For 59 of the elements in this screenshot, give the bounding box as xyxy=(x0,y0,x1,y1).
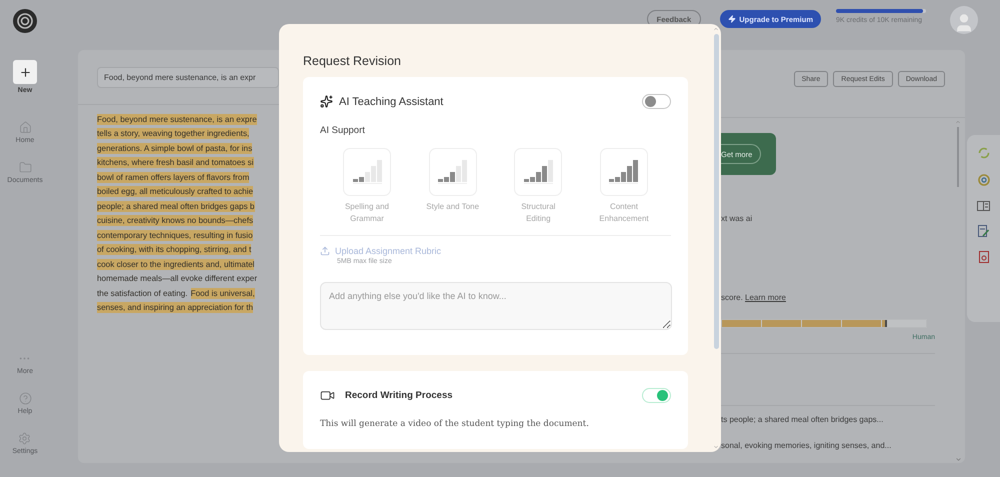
record-toggle[interactable] xyxy=(642,388,671,403)
scroll-down-icon[interactable] xyxy=(713,444,719,450)
assistant-toggle[interactable] xyxy=(642,94,671,109)
highlighted-text: tells a story, weaving together ingredients, xyxy=(97,128,250,140)
support-option[interactable]: Spelling and Grammar xyxy=(332,148,402,225)
record-title: Record Writing Process xyxy=(345,390,453,401)
dialog-title: Request Revision xyxy=(303,54,402,68)
highlighted-text: cuisine, creativity knows no bounds—chefs xyxy=(97,215,254,226)
detection-text: xt was ai xyxy=(721,214,754,223)
support-option[interactable]: Content Enhancement xyxy=(588,148,659,225)
empty-bars xyxy=(456,160,468,182)
ring-chart-icon[interactable] xyxy=(976,173,990,187)
excerpt-text: sonal, evoking memories, igniting senses, and... xyxy=(721,441,892,450)
ring-chart-icon[interactable] xyxy=(978,147,990,159)
highlighted-text: senses, and inspiring an appreciation for th xyxy=(97,302,254,314)
highlighted-text: generations. A simple bowl of pasta, for ins xyxy=(97,142,252,154)
highlighted-text: boiled egg, all meticulously crafted to achie xyxy=(97,186,254,198)
excerpt-text: ts people; a shared meal often bridges gaps... xyxy=(721,415,884,424)
folder-icon[interactable] xyxy=(18,161,32,174)
scroll-up-icon[interactable] xyxy=(713,26,719,32)
lightning-icon xyxy=(728,15,736,23)
home-icon[interactable] xyxy=(18,121,32,134)
support-option[interactable]: Structural Editing xyxy=(503,148,574,225)
empty-bars xyxy=(548,160,553,182)
support-label: AI Support xyxy=(320,125,366,136)
title-field[interactable]: Food, beyond mere sustenance, is an expr xyxy=(97,67,279,88)
book-icon[interactable] xyxy=(977,201,990,211)
document-text: the satisfaction of eating. xyxy=(97,288,188,299)
pdf-file-icon[interactable] xyxy=(978,251,988,263)
highlighted-text: bowl of ramen offers layers of flavors from xyxy=(97,172,250,183)
highlighted-text: of cooking, with its chopping, stirring, and t xyxy=(97,244,252,256)
sparkle-icon xyxy=(320,95,333,108)
assistant-title: AI Teaching Assistant xyxy=(339,96,444,108)
highlighted-text: contemporary techniques, resulting in fusio xyxy=(97,230,253,241)
settings-icon[interactable] xyxy=(18,432,32,445)
empty-bars xyxy=(364,160,382,182)
scroll-up-icon[interactable] xyxy=(955,119,961,125)
highlighted-text: Food is universal, xyxy=(190,288,255,299)
help-icon[interactable] xyxy=(18,392,32,405)
document-text: homemade meals—all evoke different exper xyxy=(97,273,258,284)
highlighted-text: people; a shared meal often bridges gaps b xyxy=(97,200,254,212)
scroll-down-icon[interactable] xyxy=(954,456,962,463)
score-note: score. Learn more xyxy=(721,293,787,302)
highlighted-text: Food, beyond mere sustenance, is an expre xyxy=(97,114,257,125)
upload-rubric-link[interactable]: Upload Assignment Rubric xyxy=(320,246,442,256)
highlighted-text: cook closer to the ingredients and, ultimatel xyxy=(97,258,254,270)
scrollbar-thumb[interactable] xyxy=(714,34,718,349)
logo-icon[interactable] xyxy=(13,9,37,33)
edit-document-icon[interactable] xyxy=(978,225,989,237)
upload-icon xyxy=(320,246,330,256)
support-option[interactable]: Style and Tone xyxy=(418,148,488,225)
notes-field[interactable]: Add anything else you'd like the AI to know... xyxy=(320,282,672,330)
learn-more-link[interactable]: Learn more xyxy=(745,293,786,302)
plus-icon xyxy=(18,66,32,78)
record-description: This will generate a video of the student typing the document. xyxy=(320,419,590,429)
scrollbar-thumb[interactable] xyxy=(957,127,959,187)
highlighted-text: kitchens, where fresh basil and tomatoes si xyxy=(97,157,254,168)
new-button[interactable] xyxy=(13,60,37,84)
avatar-icon[interactable] xyxy=(950,6,978,34)
